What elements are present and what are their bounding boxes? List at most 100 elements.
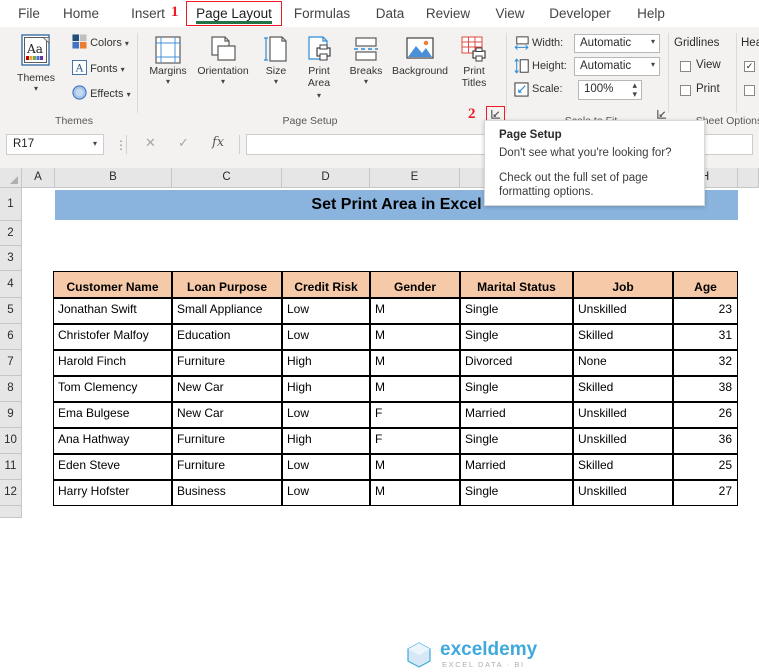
- table-cell[interactable]: Single: [460, 428, 573, 454]
- name-box[interactable]: R17 ▾: [6, 134, 104, 155]
- table-cell[interactable]: Single: [460, 324, 573, 350]
- column-header-e[interactable]: E: [370, 168, 460, 188]
- column-header-b[interactable]: B: [55, 168, 172, 188]
- table-cell[interactable]: Low: [282, 298, 370, 324]
- row-header-2[interactable]: 2: [0, 221, 22, 246]
- headings-print-checkbox[interactable]: [744, 85, 755, 96]
- table-cell[interactable]: High: [282, 376, 370, 402]
- table-cell[interactable]: Ema Bulgese: [53, 402, 172, 428]
- table-cell[interactable]: Single: [460, 298, 573, 324]
- table-cell[interactable]: M: [370, 376, 460, 402]
- table-cell[interactable]: Furniture: [172, 454, 282, 480]
- colors-button[interactable]: Colors ▾: [72, 34, 129, 49]
- table-header-cell[interactable]: Gender: [370, 271, 460, 298]
- table-cell[interactable]: High: [282, 428, 370, 454]
- table-cell[interactable]: New Car: [172, 376, 282, 402]
- column-header-a[interactable]: A: [22, 168, 55, 188]
- table-cell[interactable]: 32: [673, 350, 738, 376]
- table-cell[interactable]: Low: [282, 324, 370, 350]
- table-cell[interactable]: 31: [673, 324, 738, 350]
- row-header-5[interactable]: 5: [0, 298, 22, 324]
- table-cell[interactable]: Jonathan Swift: [53, 298, 172, 324]
- table-cell[interactable]: Low: [282, 454, 370, 480]
- table-cell[interactable]: Low: [282, 480, 370, 506]
- row-header-3[interactable]: 3: [0, 246, 22, 271]
- fonts-button[interactable]: A Fonts ▾: [72, 60, 125, 75]
- row-header-6[interactable]: 6: [0, 324, 22, 350]
- table-cell[interactable]: Unskilled: [573, 480, 673, 506]
- tab-file[interactable]: File: [6, 0, 52, 27]
- table-cell[interactable]: Low: [282, 402, 370, 428]
- themes-button[interactable]: Aa Themes ▾: [9, 32, 63, 93]
- row-header-13[interactable]: [0, 506, 22, 518]
- headings-view-checkbox[interactable]: ✓: [744, 61, 755, 72]
- tab-insert[interactable]: Insert: [122, 0, 174, 27]
- scale-spinner[interactable]: 100% ▴▾: [578, 80, 642, 100]
- table-header-cell[interactable]: Customer Name: [53, 271, 172, 298]
- table-cell[interactable]: Married: [460, 402, 573, 428]
- table-cell[interactable]: Married: [460, 454, 573, 480]
- table-cell[interactable]: Single: [460, 376, 573, 402]
- table-cell[interactable]: Divorced: [460, 350, 573, 376]
- table-cell[interactable]: Unskilled: [573, 402, 673, 428]
- spinner-up-down-icon[interactable]: ▴▾: [632, 81, 637, 99]
- row-header-12[interactable]: 12: [0, 480, 22, 506]
- chevron-down-icon[interactable]: ▾: [192, 77, 254, 86]
- table-cell[interactable]: Harold Finch: [53, 350, 172, 376]
- table-cell[interactable]: 27: [673, 480, 738, 506]
- table-header-cell[interactable]: Credit Risk: [282, 271, 370, 298]
- table-cell[interactable]: New Car: [172, 402, 282, 428]
- chevron-down-icon[interactable]: ▾: [9, 84, 63, 93]
- table-cell[interactable]: Education: [172, 324, 282, 350]
- tab-developer[interactable]: Developer: [542, 0, 618, 27]
- background-button[interactable]: Background: [388, 35, 452, 77]
- table-cell[interactable]: High: [282, 350, 370, 376]
- chevron-down-icon[interactable]: ▾: [344, 77, 388, 86]
- table-cell[interactable]: Christofer Malfoy: [53, 324, 172, 350]
- table-cell[interactable]: Unskilled: [573, 298, 673, 324]
- size-button[interactable]: Size ▾: [256, 35, 296, 86]
- column-header-c[interactable]: C: [172, 168, 282, 188]
- orientation-button[interactable]: Orientation ▾: [192, 35, 254, 86]
- table-cell[interactable]: Single: [460, 480, 573, 506]
- row-header-7[interactable]: 7: [0, 350, 22, 376]
- margins-button[interactable]: Margins ▾: [144, 35, 192, 86]
- breaks-button[interactable]: Breaks ▾: [344, 35, 388, 86]
- table-cell[interactable]: M: [370, 454, 460, 480]
- row-header-10[interactable]: 10: [0, 428, 22, 454]
- chevron-down-icon[interactable]: ▾: [256, 77, 296, 86]
- row-header-11[interactable]: 11: [0, 454, 22, 480]
- table-cell[interactable]: Business: [172, 480, 282, 506]
- table-cell[interactable]: 23: [673, 298, 738, 324]
- chevron-down-icon[interactable]: ▾: [651, 60, 655, 69]
- effects-button[interactable]: Effects ▾: [72, 85, 131, 100]
- cancel-x-icon[interactable]: ✕: [145, 135, 156, 151]
- table-cell[interactable]: 26: [673, 402, 738, 428]
- table-cell[interactable]: F: [370, 428, 460, 454]
- column-header-i[interactable]: [738, 168, 759, 188]
- row-header-8[interactable]: 8: [0, 376, 22, 402]
- enter-check-icon[interactable]: ✓: [178, 135, 189, 151]
- width-dropdown[interactable]: Automatic ▾: [574, 34, 660, 53]
- tab-home[interactable]: Home: [52, 0, 110, 27]
- gridlines-print-checkbox[interactable]: [680, 85, 691, 96]
- chevron-down-icon[interactable]: ▾: [93, 139, 97, 148]
- height-dropdown[interactable]: Automatic ▾: [574, 57, 660, 76]
- table-cell[interactable]: Tom Clemency: [53, 376, 172, 402]
- table-cell[interactable]: M: [370, 298, 460, 324]
- tab-help[interactable]: Help: [630, 0, 672, 27]
- tab-formulas[interactable]: Formulas: [288, 0, 356, 27]
- table-cell[interactable]: 25: [673, 454, 738, 480]
- table-cell[interactable]: 38: [673, 376, 738, 402]
- print-titles-button[interactable]: Print Titles: [452, 35, 496, 89]
- table-cell[interactable]: None: [573, 350, 673, 376]
- tab-review[interactable]: Review: [420, 0, 476, 27]
- table-cell[interactable]: Skilled: [573, 376, 673, 402]
- table-header-cell[interactable]: Job: [573, 271, 673, 298]
- table-cell[interactable]: Ana Hathway: [53, 428, 172, 454]
- print-area-button[interactable]: Print Area ▾: [296, 35, 342, 101]
- table-cell[interactable]: M: [370, 350, 460, 376]
- chevron-down-icon[interactable]: ▾: [144, 77, 192, 86]
- tab-data[interactable]: Data: [368, 0, 412, 27]
- row-header-4[interactable]: 4: [0, 271, 22, 298]
